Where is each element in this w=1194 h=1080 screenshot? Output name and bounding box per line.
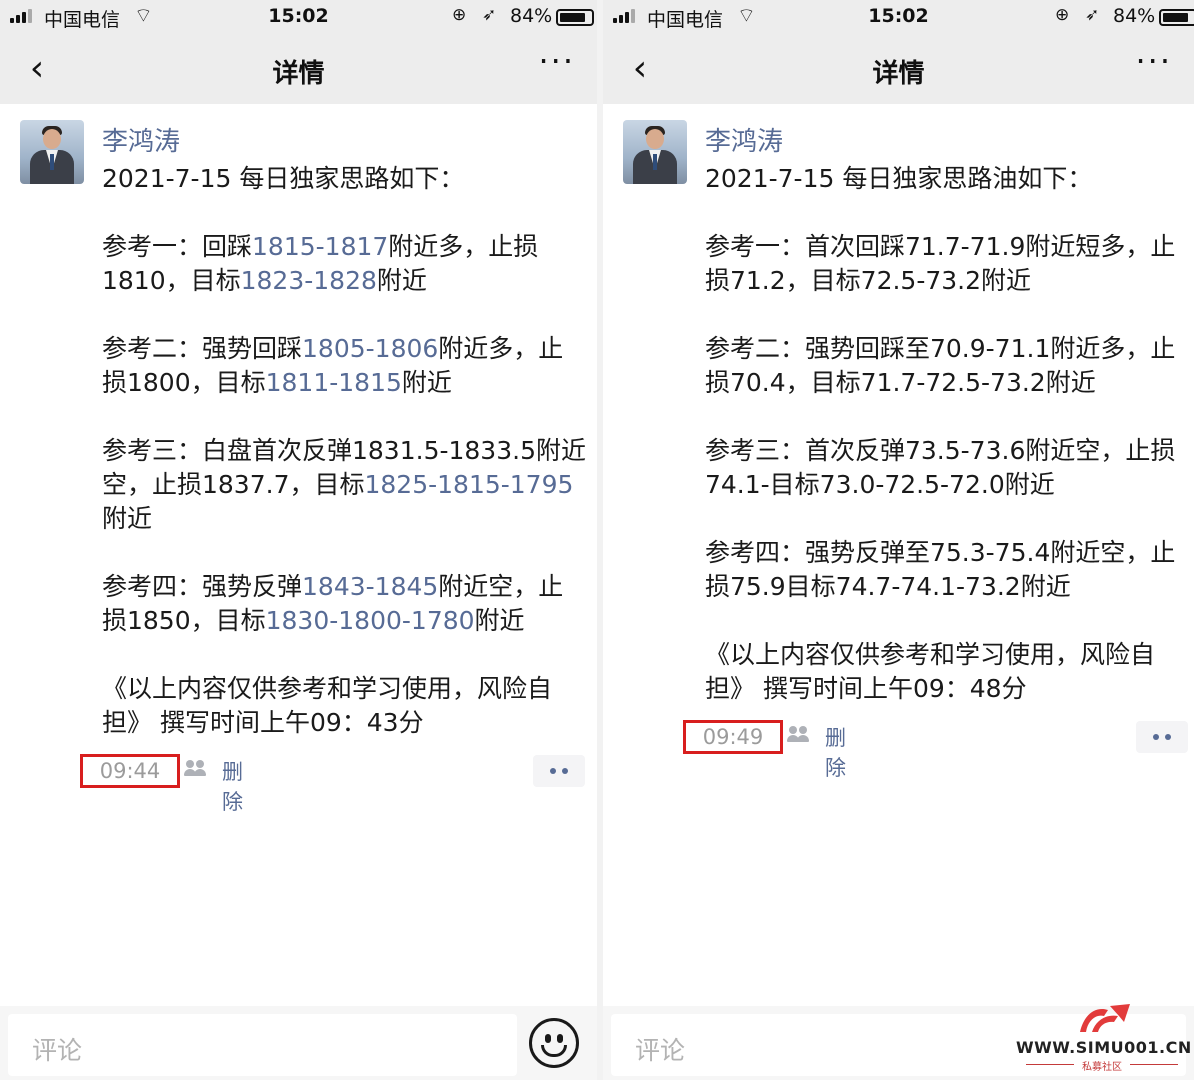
smiley-icon[interactable] (529, 1018, 579, 1068)
reference-paragraph: 参考一：回踩1815-1817附近多，止损1810，目标1823-1828附近 (102, 230, 587, 298)
reference-paragraph: 参考四：强势反弹1843-1845附近空，止损1850，目标1830-1800-… (102, 570, 587, 638)
disclaimer-paragraph: 《以上内容仅供参考和学习使用，风险自担》 撰写时间上午09：43分 (102, 672, 587, 740)
reference-paragraph: 参考二：强势回踩至70.9-71.1附近多，止损70.4，目标71.7-72.5… (705, 332, 1184, 400)
comment-input[interactable]: 评论 (8, 1014, 517, 1076)
post-content: 2021-7-15 每日独家思路如下： 参考一：回踩1815-1817附近多，止… (102, 162, 587, 740)
price-range-highlight: 1830-1800-1780 (265, 606, 475, 635)
status-bar: 中国电信 ⌔ 15:02 ⊕ ➶ 84% (603, 0, 1194, 34)
visibility-people-icon (787, 725, 811, 745)
battery-percent: 84% (510, 5, 553, 27)
watermark-subtitle: 私募社区 (1016, 1058, 1188, 1073)
site-watermark: WWW.SIMU001.CN 私募社区 (1016, 1000, 1192, 1073)
paragraph-text: 参考四：强势反弹 (102, 572, 303, 601)
price-range-highlight: 1811-1815 (265, 368, 402, 397)
paragraph-text: 附近 (102, 504, 153, 533)
nav-bar: ‹ 详情 ··· (603, 34, 1194, 104)
disclaimer-paragraph: 《以上内容仅供参考和学习使用，风险自担》 撰写时间上午09：48分 (705, 638, 1184, 706)
reference-paragraph: 参考四：强势反弹至75.3-75.4附近空，止损75.9目标74.7-74.1-… (705, 536, 1184, 604)
nav-bar: ‹ 详情 ··· (0, 34, 597, 104)
page-title: 详情 (872, 59, 925, 89)
comment-bar: 评论 (0, 1006, 597, 1080)
post-time: 09:44 (80, 754, 180, 788)
comment-like-menu-button[interactable] (1136, 721, 1188, 753)
paragraph-text: 《以上内容仅供参考和学习使用，风险自担》 撰写时间上午09：48分 (705, 640, 1156, 703)
more-dots-icon[interactable]: ··· (538, 42, 575, 80)
delete-link[interactable]: 删除 (222, 756, 243, 816)
watermark-logo-icon (1080, 1004, 1130, 1032)
paragraph-text: 参考三：首次反弹73.5-73.6附近空，止损74.1-目标73.0-72.5-… (705, 436, 1176, 499)
paragraph-text: 附近 (474, 606, 525, 635)
watermark-url: WWW.SIMU001.CN (1016, 1038, 1192, 1057)
paragraph-text: 参考二：强势回踩 (102, 334, 303, 363)
paragraph-text: 《以上内容仅供参考和学习使用，风险自担》 撰写时间上午09：43分 (102, 674, 553, 737)
delete-link[interactable]: 删除 (825, 722, 846, 782)
comment-like-menu-button[interactable] (533, 755, 585, 787)
reference-paragraph: 参考二：强势回踩1805-1806附近多，止损1800，目标1811-1815附… (102, 332, 587, 400)
post-time: 09:49 (683, 720, 783, 754)
post-header-line: 2021-7-15 每日独家思路油如下： (705, 164, 1093, 193)
author-name[interactable]: 李鸿涛 (102, 121, 180, 158)
paragraph-text: 参考一：首次回踩71.7-71.9附近短多，止损71.2，目标72.5-73.2… (705, 232, 1176, 295)
status-bar: 中国电信 ⌔ 15:02 ⊕ ➶ 84% (0, 0, 597, 34)
visibility-people-icon (184, 759, 208, 779)
more-dots-icon[interactable]: ··· (1135, 42, 1172, 80)
battery-percent: 84% (1113, 5, 1156, 27)
avatar[interactable] (623, 120, 687, 184)
paragraph-text: 参考四：强势反弹至75.3-75.4附近空，止损75.9目标74.7-74.1-… (705, 538, 1176, 601)
battery-icon (556, 9, 594, 26)
battery-icon (1159, 9, 1194, 26)
paragraph-text: 参考一：回踩 (102, 232, 253, 261)
reference-paragraph: 参考一：首次回踩71.7-71.9附近短多，止损71.2，目标72.5-73.2… (705, 230, 1184, 298)
author-name[interactable]: 李鸿涛 (705, 121, 783, 158)
price-range-highlight: 1843-1845 (302, 572, 439, 601)
moment-detail-panel-left: 中国电信 ⌔ 15:02 ⊕ ➶ 84% ‹ 详情 ··· 李鸿涛 2021-7… (0, 0, 597, 1080)
price-range-highlight: 1815-1817 (252, 232, 389, 261)
avatar[interactable] (20, 120, 84, 184)
paragraph-text: 附近 (401, 368, 452, 397)
price-range-highlight: 1825-1815-1795 (364, 470, 574, 499)
post-header-line: 2021-7-15 每日独家思路如下： (102, 164, 465, 193)
location-icon: ➶ (1085, 5, 1100, 25)
orientation-lock-icon: ⊕ (1055, 5, 1070, 25)
reference-paragraph: 参考三：首次反弹73.5-73.6附近空，止损74.1-目标73.0-72.5-… (705, 434, 1184, 502)
location-icon: ➶ (482, 5, 497, 25)
price-range-highlight: 1823-1828 (240, 266, 377, 295)
post-content: 2021-7-15 每日独家思路油如下： 参考一：首次回踩71.7-71.9附近… (705, 162, 1184, 706)
orientation-lock-icon: ⊕ (452, 5, 467, 25)
price-range-highlight: 1805-1806 (302, 334, 439, 363)
clock: 15:02 (268, 5, 329, 27)
paragraph-text: 附近 (376, 266, 427, 295)
moment-detail-panel-right: 中国电信 ⌔ 15:02 ⊕ ➶ 84% ‹ 详情 ··· 李鸿涛 2021-7… (603, 0, 1194, 1080)
reference-paragraph: 参考三：白盘首次反弹1831.5-1833.5附近空，止损1837.7，目标18… (102, 434, 587, 536)
clock: 15:02 (868, 5, 929, 27)
paragraph-text: 参考二：强势回踩至70.9-71.1附近多，止损70.4，目标71.7-72.5… (705, 334, 1176, 397)
page-title: 详情 (272, 59, 325, 89)
